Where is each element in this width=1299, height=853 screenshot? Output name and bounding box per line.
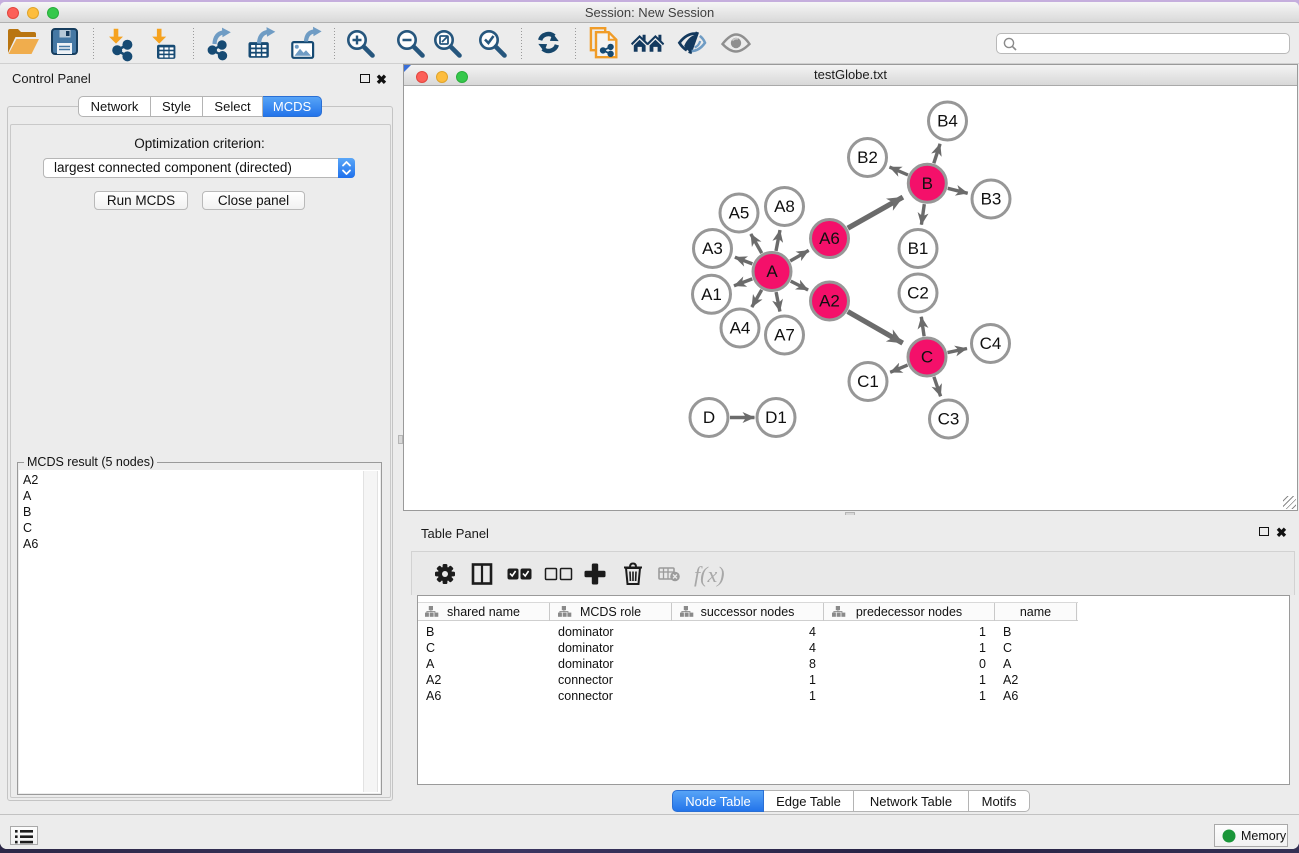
- svg-text:B3: B3: [981, 190, 1002, 209]
- svg-text:A4: A4: [730, 319, 751, 338]
- svg-text:A1: A1: [701, 285, 722, 304]
- svg-text:B1: B1: [908, 239, 929, 258]
- svg-text:B4: B4: [937, 112, 958, 131]
- svg-text:A2: A2: [819, 292, 840, 311]
- svg-text:B2: B2: [857, 148, 878, 167]
- svg-text:D1: D1: [765, 408, 787, 427]
- svg-text:D: D: [703, 408, 715, 427]
- svg-text:A3: A3: [702, 239, 723, 258]
- svg-text:A5: A5: [729, 204, 750, 223]
- svg-text:A: A: [766, 262, 778, 281]
- svg-text:C4: C4: [980, 334, 1002, 353]
- svg-text:C: C: [921, 348, 933, 367]
- svg-text:C1: C1: [857, 372, 879, 391]
- svg-text:A8: A8: [774, 197, 795, 216]
- svg-text:B: B: [922, 174, 933, 193]
- svg-text:f(x): f(x): [694, 562, 725, 587]
- svg-text:A6: A6: [819, 229, 840, 248]
- svg-text:C2: C2: [907, 284, 929, 303]
- svg-text:C3: C3: [938, 410, 960, 429]
- svg-text:A7: A7: [774, 326, 795, 345]
